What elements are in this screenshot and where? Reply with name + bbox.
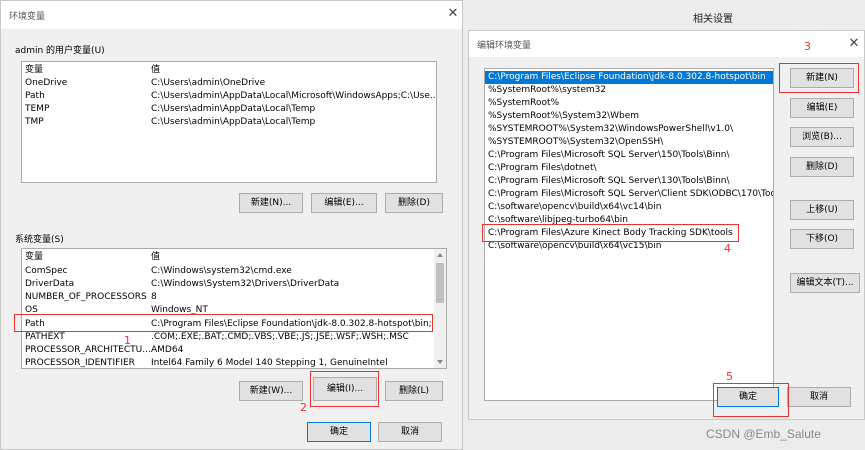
column-header-value[interactable]: 值 [151, 64, 160, 77]
annotation-box-new-button [779, 63, 859, 93]
table-row[interactable]: ComSpec C:\Windows\system32\cmd.exe [22, 265, 446, 278]
table-row[interactable]: PROCESSOR_IDENTIFIER Intel64 Family 6 Mo… [22, 357, 446, 368]
list-item[interactable]: %SystemRoot%\System32\Wbem [485, 110, 773, 123]
variable-name: PATHEXT [25, 332, 65, 342]
variable-value: 8 [151, 292, 157, 302]
system-variables-list[interactable]: 变量 值 ComSpec C:\Windows\system32\cmd.exe… [21, 248, 447, 369]
list-item[interactable]: C:\Program Files\Microsoft SQL Server\15… [485, 149, 773, 162]
close-icon[interactable]: ✕ [845, 35, 863, 53]
env-window-titlebar: 环境变量 ✕ [1, 1, 462, 29]
variable-name: Path [25, 91, 45, 101]
vertical-scrollbar[interactable] [434, 249, 446, 368]
variable-value: C:\Users\admin\AppData\Local\Temp [151, 117, 316, 127]
annotation-box-path-row [14, 314, 433, 332]
edit-path-button[interactable]: 编辑(E) [790, 98, 854, 118]
edit-text-button[interactable]: 编辑文本(T)... [790, 273, 860, 293]
list-header: 变量 值 [22, 64, 436, 77]
close-icon[interactable]: ✕ [444, 5, 462, 23]
env-cancel-button[interactable]: 取消 [378, 422, 442, 442]
related-settings-heading: 相关设置 [693, 14, 733, 25]
table-row[interactable]: TEMP C:\Users\admin\AppData\Local\Temp [22, 103, 436, 116]
env-window-title: 环境变量 [9, 12, 46, 22]
list-item[interactable]: %SYSTEMROOT%\System32\OpenSSH\ [485, 136, 773, 149]
variable-name: NUMBER_OF_PROCESSORS [25, 292, 147, 302]
variable-value: C:\Windows\system32\cmd.exe [151, 266, 292, 276]
column-header-value[interactable]: 值 [151, 251, 160, 264]
browse-button[interactable]: 浏览(B)... [790, 127, 854, 147]
system-variables-label: 系统变量(S) [15, 235, 64, 245]
variable-name: PROCESSOR_IDENTIFIER [25, 358, 135, 368]
list-item[interactable]: %SYSTEMROOT%\System32\WindowsPowerShell\… [485, 123, 773, 136]
list-header: 变量 值 [22, 251, 446, 264]
delete-path-button[interactable]: 删除(D) [790, 157, 854, 177]
annotation-number: 4 [724, 242, 731, 255]
move-up-button[interactable]: 上移(U) [790, 200, 854, 220]
variable-value: C:\Users\admin\AppData\Local\Microsoft\W… [151, 91, 436, 101]
annotation-box-ok-button [713, 383, 789, 417]
table-row[interactable]: Path C:\Users\admin\AppData\Local\Micros… [22, 90, 436, 103]
table-row[interactable]: PATHEXT .COM;.EXE;.BAT;.CMD;.VBS;.VBE;.J… [22, 331, 446, 344]
variable-value: C:\Users\admin\AppData\Local\Temp [151, 104, 316, 114]
list-item-selected[interactable]: C:\Program Files\Eclipse Foundation\jdk-… [485, 71, 773, 84]
variable-value: Intel64 Family 6 Model 140 Stepping 1, G… [151, 358, 388, 368]
annotation-box-edit-button [310, 371, 379, 407]
edit-window-title: 编辑环境变量 [477, 41, 532, 51]
env-variables-window: 环境变量 ✕ admin 的用户变量(U) 变量 值 OneDrive C:\U… [0, 0, 463, 450]
table-row[interactable]: PROCESSOR_ARCHITECTU... AMD64 [22, 344, 446, 357]
column-header-variable[interactable]: 变量 [25, 251, 150, 264]
annotation-number: 2 [300, 401, 307, 414]
variable-name: OneDrive [25, 78, 68, 88]
user-variables-list[interactable]: 变量 值 OneDrive C:\Users\admin\OneDrive Pa… [21, 61, 437, 183]
table-row[interactable]: OneDrive C:\Users\admin\OneDrive [22, 77, 436, 90]
variable-value: C:\Users\admin\OneDrive [151, 78, 266, 88]
annotation-number: 1 [124, 334, 131, 347]
table-row[interactable]: TMP C:\Users\admin\AppData\Local\Temp [22, 116, 436, 129]
table-row[interactable]: DriverData C:\Windows\System32\Drivers\D… [22, 278, 446, 291]
user-new-button[interactable]: 新建(N)... [239, 193, 303, 213]
variable-name: PROCESSOR_ARCHITECTU... [25, 345, 150, 355]
user-variables-label: admin 的用户变量(U) [15, 46, 105, 56]
variable-name: TMP [25, 117, 44, 127]
scroll-up-icon[interactable] [437, 253, 443, 257]
variable-value: C:\Windows\System32\Drivers\DriverData [151, 279, 340, 289]
column-header-variable[interactable]: 变量 [25, 64, 150, 77]
variable-name: ComSpec [25, 266, 68, 276]
list-item[interactable]: C:\Program Files\Microsoft SQL Server\Cl… [485, 188, 773, 201]
variable-name: TEMP [25, 104, 50, 114]
scroll-down-icon[interactable] [437, 360, 443, 364]
system-delete-button[interactable]: 删除(L) [385, 381, 443, 401]
variable-value: AMD64 [151, 345, 184, 355]
env-ok-button[interactable]: 确定 [307, 422, 371, 442]
list-item[interactable]: C:\Program Files\dotnet\ [485, 162, 773, 175]
annotation-number: 3 [804, 40, 811, 53]
user-edit-button[interactable]: 编辑(E)... [311, 193, 377, 213]
variable-name: DriverData [25, 279, 75, 289]
annotation-number: 5 [726, 370, 733, 383]
variable-value: .COM;.EXE;.BAT;.CMD;.VBS;.VBE;.JS;.JSE;.… [151, 332, 409, 342]
move-down-button[interactable]: 下移(O) [790, 229, 854, 249]
watermark-text: CSDN @Emb_Salute [706, 427, 821, 441]
user-delete-button[interactable]: 删除(D) [385, 193, 443, 213]
table-row[interactable]: NUMBER_OF_PROCESSORS 8 [22, 291, 446, 304]
system-new-button[interactable]: 新建(W)... [239, 381, 303, 401]
edit-cancel-button[interactable]: 取消 [787, 387, 851, 407]
list-item[interactable]: %SystemRoot% [485, 97, 773, 110]
list-item[interactable]: %SystemRoot%\system32 [485, 84, 773, 97]
annotation-box-new-path [482, 224, 739, 242]
list-item[interactable]: C:\Program Files\Microsoft SQL Server\13… [485, 175, 773, 188]
scrollbar-thumb[interactable] [436, 263, 444, 303]
list-item[interactable]: C:\software\opencv\build\x64\vc14\bin [485, 201, 773, 214]
